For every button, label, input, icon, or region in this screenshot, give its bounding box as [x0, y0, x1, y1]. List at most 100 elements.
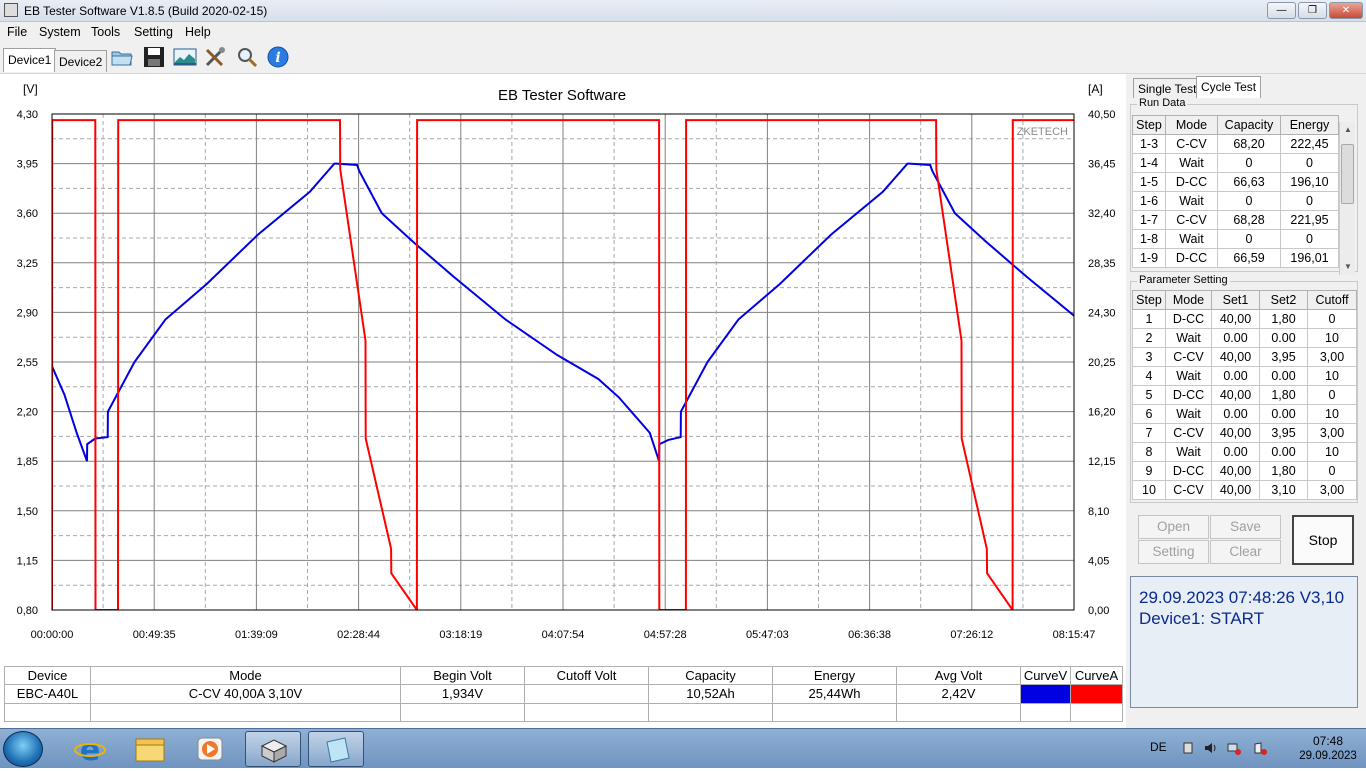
clock-time[interactable]: 07:48: [1298, 734, 1358, 748]
run-data-cell: C-CV: [1165, 210, 1218, 230]
parameter-cell: 3,00: [1307, 423, 1357, 443]
y-left-tick-label: 1,15: [17, 555, 38, 567]
param-header-set1: Set1: [1211, 290, 1260, 310]
parameter-cell: 0.00: [1211, 328, 1260, 348]
parameter-row[interactable]: 8 Wait 0.00 0.00 10: [1132, 442, 1357, 462]
y-left-tick-label: 1,50: [17, 506, 38, 518]
volume-icon[interactable]: [1204, 741, 1218, 755]
notepad-taskbar-icon[interactable]: [308, 731, 364, 767]
parameter-cell: 0.00: [1211, 442, 1260, 462]
parameter-row[interactable]: 2 Wait 0.00 0.00 10: [1132, 328, 1357, 348]
run-data-row[interactable]: 1-8 Wait 0 0: [1132, 229, 1339, 249]
parameter-cell: 40,00: [1211, 461, 1260, 481]
run-data-cell: 222,45: [1280, 134, 1339, 154]
tab-single-test[interactable]: Single Test: [1133, 78, 1202, 98]
parameter-cell: 1,80: [1259, 385, 1308, 405]
internet-explorer-icon[interactable]: e: [62, 731, 118, 768]
y-left-tick-label: 2,90: [17, 307, 38, 319]
run-data-row[interactable]: 1-6 Wait 0 0: [1132, 191, 1339, 211]
parameter-row[interactable]: 6 Wait 0.00 0.00 10: [1132, 404, 1357, 424]
parameter-row[interactable]: 4 Wait 0.00 0.00 10: [1132, 366, 1357, 386]
parameter-row[interactable]: 5 D-CC 40,00 1,80 0: [1132, 385, 1357, 405]
scroll-thumb[interactable]: [1341, 144, 1354, 204]
setting-button[interactable]: Setting: [1138, 540, 1209, 564]
run-header-step: Step: [1132, 115, 1166, 135]
clock-date[interactable]: 29.09.2023: [1298, 750, 1358, 762]
eb-tester-taskbar-icon[interactable]: [245, 731, 301, 767]
menu-file[interactable]: File: [7, 25, 27, 39]
run-data-cell: 0: [1280, 229, 1339, 249]
explorer-folder-icon[interactable]: [122, 731, 178, 767]
menu-bar: File System Tools Setting Help: [0, 22, 1366, 42]
run-data-cell: 0: [1217, 153, 1281, 173]
tab-device2[interactable]: Device2: [54, 50, 108, 72]
run-data-row[interactable]: 1-3 C-CV 68,20 222,45: [1132, 134, 1339, 154]
parameter-cell: 4: [1132, 366, 1166, 386]
save-icon[interactable]: [142, 46, 166, 68]
scroll-down-icon[interactable]: ▼: [1340, 259, 1356, 275]
x-tick-label: 04:57:28: [644, 629, 687, 641]
run-data-row[interactable]: 1-5 D-CC 66,63 196,10: [1132, 172, 1339, 192]
title-bar: EB Tester Software V1.8.5 (Build 2020-02…: [0, 0, 1366, 22]
x-tick-label: 02:28:44: [337, 629, 380, 641]
parameter-cell: 1,80: [1259, 461, 1308, 481]
maximize-button[interactable]: ❐: [1298, 2, 1327, 19]
language-indicator[interactable]: DE: [1150, 740, 1167, 754]
menu-setting[interactable]: Setting: [134, 25, 173, 39]
results-header-row: Device Mode Begin Volt Cutoff Volt Capac…: [4, 665, 1123, 686]
chart-image-icon[interactable]: [173, 46, 197, 68]
close-button[interactable]: ✕: [1329, 2, 1363, 19]
run-data-table: Step Mode Capacity Energy 1-3 C-CV 68,20 22…: [1132, 115, 1339, 268]
network-icon[interactable]: [1227, 741, 1241, 755]
tab-cycle-test[interactable]: Cycle Test: [1196, 76, 1262, 98]
control-buttons: Open Save Setting Clear Stop: [1136, 513, 1356, 567]
chart-area: [V] [A] EB Tester Software ZKETECH 4,30 3…: [0, 74, 1126, 664]
curve-a-color-swatch[interactable]: [1070, 684, 1123, 704]
menu-tools[interactable]: Tools: [91, 25, 120, 39]
parameter-row[interactable]: 7 C-CV 40,00 3,95 3,00: [1132, 423, 1357, 443]
run-data-row[interactable]: 1-9 D-CC 66,59 196,01: [1132, 248, 1339, 268]
open-folder-icon[interactable]: [110, 46, 134, 68]
menu-help[interactable]: Help: [185, 25, 211, 39]
tools-icon[interactable]: [204, 46, 228, 68]
open-button[interactable]: Open: [1138, 515, 1209, 539]
zoom-icon[interactable]: [235, 46, 259, 68]
stop-button[interactable]: Stop: [1292, 515, 1354, 565]
media-player-icon[interactable]: [182, 731, 238, 767]
run-data-row[interactable]: 1-7 C-CV 68,28 221,95: [1132, 210, 1339, 230]
parameter-cell: C-CV: [1165, 423, 1212, 443]
minimize-button[interactable]: —: [1267, 2, 1296, 19]
start-button[interactable]: [3, 731, 43, 767]
run-data-cell: 1-6: [1132, 191, 1166, 211]
status-datetime-voltage: 29.09.2023 07:48:26 V3,10: [1139, 588, 1345, 607]
parameter-row[interactable]: 10 C-CV 40,00 3,10 3,00: [1132, 480, 1357, 500]
scroll-up-icon[interactable]: ▲: [1340, 122, 1356, 138]
safely-remove-icon[interactable]: [1181, 741, 1195, 755]
run-data-row[interactable]: 1-4 Wait 0 0: [1132, 153, 1339, 173]
parameter-cell: Wait: [1165, 366, 1212, 386]
parameter-row[interactable]: 3 C-CV 40,00 3,95 3,00: [1132, 347, 1357, 367]
action-center-icon[interactable]: [1253, 741, 1267, 755]
run-data-cell: D-CC: [1165, 248, 1218, 268]
parameter-cell: 0.00: [1211, 404, 1260, 424]
parameter-cell: 3,00: [1307, 480, 1357, 500]
y-right-tick-label: 40,50: [1088, 109, 1116, 121]
parameter-row[interactable]: 9 D-CC 40,00 1,80 0: [1132, 461, 1357, 481]
curve-v-color-swatch[interactable]: [1020, 684, 1071, 704]
parameter-cell: 40,00: [1211, 309, 1260, 329]
param-header-cutoff: Cutoff: [1307, 290, 1357, 310]
menu-system[interactable]: System: [39, 25, 81, 39]
x-tick-label: 06:36:38: [848, 629, 891, 641]
y-left-tick-label: 2,20: [17, 407, 38, 419]
run-data-cell: 0: [1280, 191, 1339, 211]
save-button[interactable]: Save: [1210, 515, 1281, 539]
info-icon[interactable]: i: [266, 46, 290, 68]
parameter-cell: 3,95: [1259, 423, 1308, 443]
run-data-scrollbar[interactable]: ▲ ▼: [1339, 122, 1355, 275]
clear-button[interactable]: Clear: [1210, 540, 1281, 564]
parameter-row[interactable]: 1 D-CC 40,00 1,80 0: [1132, 309, 1357, 329]
tab-device1[interactable]: Device1: [3, 48, 57, 72]
parameter-setting-group: Parameter Setting Step Mode Set1 Set2 Cu…: [1130, 274, 1358, 503]
current-curve: [52, 119, 1074, 610]
parameter-cell: C-CV: [1165, 480, 1212, 500]
